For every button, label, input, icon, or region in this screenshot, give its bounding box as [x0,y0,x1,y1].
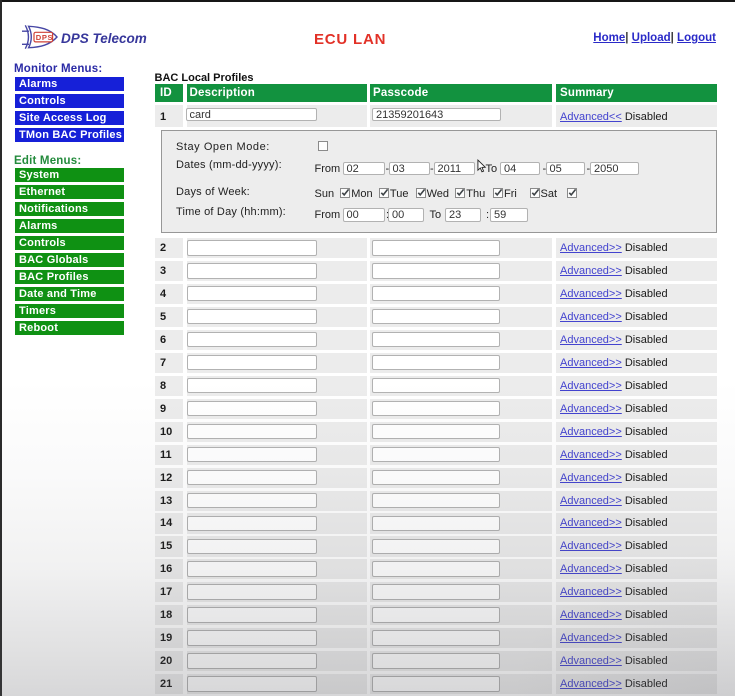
svg-text:DPS: DPS [36,33,53,42]
